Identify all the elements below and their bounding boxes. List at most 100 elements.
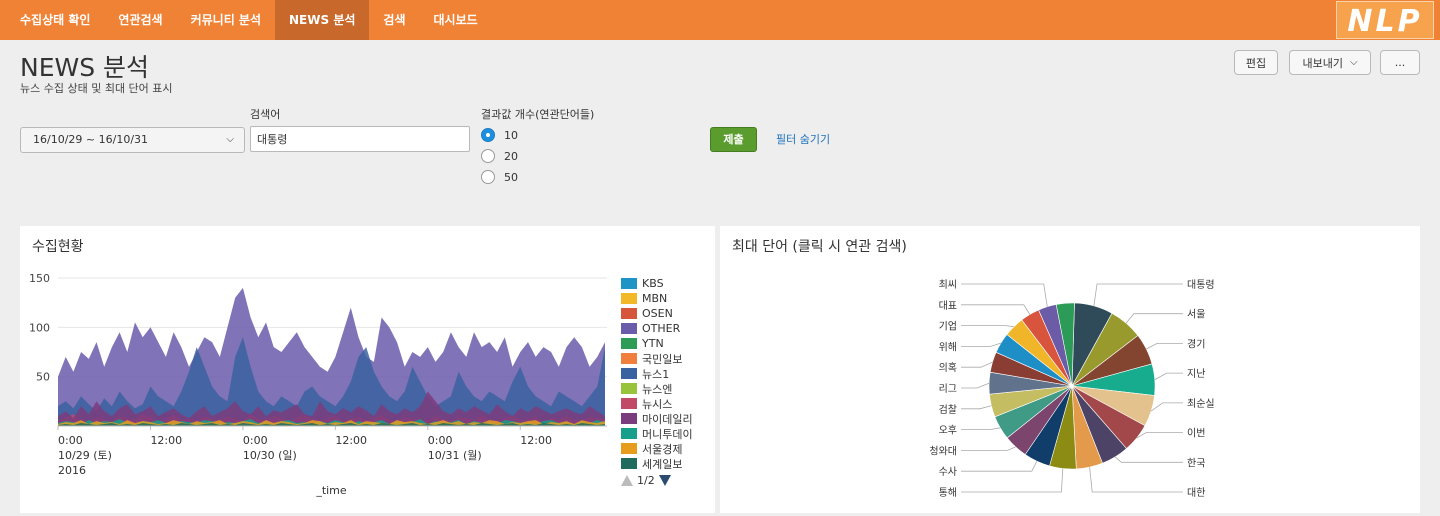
pie-slice-label[interactable]: 통해: [939, 486, 957, 499]
nav-item-related-search[interactable]: 연관검색: [104, 0, 176, 40]
search-input[interactable]: [250, 126, 470, 152]
pie-slice-label[interactable]: 대통령: [1187, 279, 1215, 291]
x-tick-label: 0:00 10/29 (토) 2016: [58, 434, 112, 477]
legend-item[interactable]: 서울경제: [621, 441, 693, 456]
legend-item[interactable]: OTHER: [621, 321, 693, 336]
chevron-down-icon: ⌵: [1349, 57, 1358, 68]
pie-slice-label[interactable]: 서울: [1187, 309, 1205, 321]
legend-label: 뉴스1: [642, 367, 670, 381]
legend-label: MBN: [642, 292, 668, 305]
y-tick-label: 150: [29, 272, 50, 285]
pie-slice-label[interactable]: 대표: [939, 300, 957, 312]
radio-button[interactable]: [481, 170, 495, 184]
pie-leader-line: [1136, 432, 1183, 439]
pie-slice-label[interactable]: 지난: [1187, 368, 1205, 380]
pie-leader-line: [961, 446, 1016, 451]
pie-slice-label[interactable]: 이번: [1187, 428, 1205, 440]
legend-item[interactable]: 뉴스엔: [621, 381, 693, 396]
legend-label: 뉴시스: [642, 397, 673, 411]
pie-slice-label[interactable]: 최씨: [939, 279, 957, 291]
legend-label: KBS: [642, 277, 664, 290]
pie-slice-label[interactable]: 대한: [1187, 487, 1205, 499]
nlp-logo[interactable]: NLP: [1336, 1, 1434, 39]
pie-slice-label[interactable]: 한국: [1187, 457, 1205, 469]
legend-item[interactable]: KBS: [621, 276, 693, 291]
legend-swatch: [621, 338, 637, 349]
page-title: NEWS 분석: [20, 53, 150, 82]
legend-item[interactable]: OSEN: [621, 306, 693, 321]
legend-label: 국민일보: [642, 352, 683, 366]
radio-button[interactable]: [481, 149, 495, 163]
result-option-20[interactable]: 20: [481, 148, 518, 164]
more-button-label: ...: [1394, 56, 1406, 69]
result-option-10[interactable]: 10: [481, 127, 518, 143]
legend-label: 마이데일리: [642, 412, 693, 426]
legend-item[interactable]: 머니투데이: [621, 426, 693, 441]
pie-slice-label[interactable]: 기업: [939, 320, 957, 333]
pie-slice-label[interactable]: 검찰: [939, 404, 957, 416]
pie-slice-label[interactable]: 경기: [1187, 337, 1205, 350]
result-option-label: 20: [504, 149, 518, 163]
legend-item[interactable]: 뉴스1: [621, 366, 693, 381]
legend-label: OSEN: [642, 307, 673, 320]
result-count-label: 결과값 개수(연관단어들): [481, 108, 595, 121]
legend-item[interactable]: 뉴시스: [621, 396, 693, 411]
pie-leader-line: [961, 468, 1064, 493]
legend-swatch: [621, 398, 637, 409]
nav-item-collection-status[interactable]: 수집상태 확인: [6, 0, 104, 40]
pie-leader-line: [1146, 343, 1183, 350]
legend-item[interactable]: YTN: [621, 336, 693, 351]
edit-button-label: 편집: [1245, 56, 1267, 70]
more-button[interactable]: ...: [1380, 50, 1420, 75]
pie-slice-label[interactable]: 청와대: [929, 445, 957, 457]
y-tick-label: 100: [29, 321, 50, 334]
legend-swatch: [621, 443, 637, 454]
legend-item[interactable]: 세계일보: [621, 456, 693, 471]
date-range-picker[interactable]: 16/10/29 ~ 16/10/31 ⌵: [20, 127, 245, 153]
legend-swatch: [621, 278, 637, 289]
legend-item[interactable]: 마이데일리: [621, 411, 693, 426]
legend-swatch: [621, 308, 637, 319]
hide-filter-link[interactable]: 필터 숨기기: [776, 131, 830, 147]
pie-leader-line: [961, 382, 990, 389]
legend-prev-icon[interactable]: [621, 475, 633, 486]
pie-leader-line: [1093, 283, 1183, 306]
legend-swatch: [621, 428, 637, 439]
legend-page-number: 1/2: [637, 474, 655, 487]
nav-item-search[interactable]: 검색: [369, 0, 419, 40]
pie-slice-label[interactable]: 의혹: [939, 361, 957, 374]
pie-leader-line: [1114, 456, 1183, 463]
nav-item-community-analysis[interactable]: 커뮤니티 분석: [177, 0, 275, 40]
legend-label: 머니투데이: [642, 427, 693, 441]
pie-slice-label[interactable]: 리그: [939, 383, 957, 395]
submit-button[interactable]: 제출: [710, 127, 757, 152]
x-tick-label: 12:00: [335, 434, 367, 447]
legend-swatch: [621, 353, 637, 364]
pie-leader-line: [961, 427, 1001, 431]
pie-leader-line: [1154, 372, 1183, 380]
pie-slice-label[interactable]: 위해: [939, 340, 957, 353]
logo-text: NLP: [1347, 4, 1422, 38]
y-tick-label: 50: [36, 371, 50, 384]
legend-item[interactable]: MBN: [621, 291, 693, 306]
legend-swatch: [621, 383, 637, 394]
x-tick-label: 12:00: [150, 434, 182, 447]
legend-label: 뉴스엔: [642, 382, 673, 396]
export-button[interactable]: 내보내기 ⌵: [1289, 50, 1371, 75]
collection-area-chart: 50 100 150 0:00 10/29 (토) 2016 12:00 0:00 10/30…: [29, 272, 607, 497]
radio-button-checked[interactable]: [481, 128, 495, 142]
pie-leader-line: [961, 361, 993, 368]
pie-leader-line: [1125, 313, 1183, 324]
legend-next-icon[interactable]: [658, 475, 671, 486]
pie-leader-line: [1150, 402, 1183, 412]
pie-slice-label[interactable]: 최순실: [1187, 398, 1215, 410]
pie-slice-label[interactable]: 수사: [939, 466, 957, 478]
nav-item-news-analysis[interactable]: NEWS 분석: [275, 0, 370, 40]
legend-label: 세계일보: [642, 457, 683, 471]
legend-label: YTN: [642, 337, 664, 350]
pie-slice-label[interactable]: 오후: [939, 425, 957, 437]
nav-item-dashboard[interactable]: 대시보드: [420, 0, 492, 40]
result-option-50[interactable]: 50: [481, 169, 518, 185]
edit-button[interactable]: 편집: [1234, 50, 1278, 75]
legend-item[interactable]: 국민일보: [621, 351, 693, 366]
